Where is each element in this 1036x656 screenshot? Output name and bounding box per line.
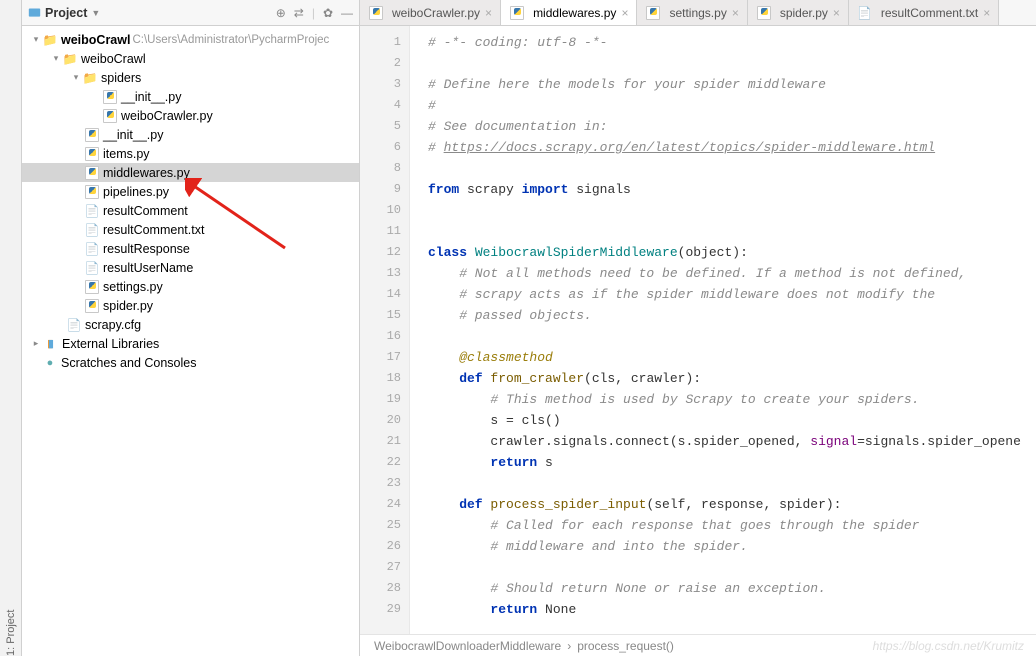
- tool-window-tab[interactable]: 1: Project: [0, 0, 22, 656]
- breadcrumb-method[interactable]: process_request(): [577, 639, 674, 653]
- project-tree[interactable]: ▾weiboCrawlC:\Users\Administrator\Pychar…: [22, 26, 359, 376]
- close-icon[interactable]: ×: [983, 6, 990, 20]
- tree-file-middlewares[interactable]: middlewares.py: [22, 163, 359, 182]
- tree-file-resultcommenttxt[interactable]: resultComment.txt: [22, 220, 359, 239]
- project-title[interactable]: Project: [45, 6, 87, 20]
- watermark: https://blog.csdn.net/Krumitz: [873, 639, 1024, 653]
- tree-external-libs[interactable]: ▸External Libraries: [22, 334, 359, 353]
- tab-resultcomment[interactable]: resultComment.txt×: [849, 0, 999, 25]
- hide-icon[interactable]: —: [341, 6, 353, 20]
- project-icon: [28, 6, 41, 19]
- locate-icon[interactable]: ⊕: [276, 6, 286, 20]
- close-icon[interactable]: ×: [833, 6, 840, 20]
- code-editor[interactable]: 1234568910111213141516171819202122232425…: [360, 26, 1036, 634]
- tree-folder-weibocrawl[interactable]: ▾weiboCrawl: [22, 49, 359, 68]
- tree-file-spider[interactable]: spider.py: [22, 296, 359, 315]
- tab-settings[interactable]: settings.py×: [637, 0, 747, 25]
- project-panel: Project ▼ ⊕ ⇄ | ✿ — ▾weiboCrawlC:\Users\…: [22, 0, 360, 656]
- chevron-icon: ›: [567, 639, 571, 653]
- tree-file-weibocrawler[interactable]: weiboCrawler.py: [22, 106, 359, 125]
- tree-folder-spiders[interactable]: ▾spiders: [22, 68, 359, 87]
- dropdown-arrow-icon: ▼: [91, 8, 100, 18]
- editor-panel: weiboCrawler.py× middlewares.py× setting…: [360, 0, 1036, 656]
- tab-spider[interactable]: spider.py×: [748, 0, 849, 25]
- tree-file-items[interactable]: items.py: [22, 144, 359, 163]
- collapse-icon[interactable]: ⇄: [294, 6, 304, 20]
- tree-file-scrapycfg[interactable]: scrapy.cfg: [22, 315, 359, 334]
- tree-file-pipelines[interactable]: pipelines.py: [22, 182, 359, 201]
- gutter: 1234568910111213141516171819202122232425…: [360, 26, 410, 634]
- tree-scratches[interactable]: Scratches and Consoles: [22, 353, 359, 372]
- tree-root[interactable]: ▾weiboCrawlC:\Users\Administrator\Pychar…: [22, 30, 359, 49]
- gear-icon[interactable]: ✿: [323, 6, 333, 20]
- breadcrumb-class[interactable]: WeibocrawlDownloaderMiddleware: [374, 639, 561, 653]
- tree-file-init[interactable]: __init__.py: [22, 87, 359, 106]
- editor-tabs: weiboCrawler.py× middlewares.py× setting…: [360, 0, 1036, 26]
- tree-file-resultresponse[interactable]: resultResponse: [22, 239, 359, 258]
- tree-file-resultusername[interactable]: resultUserName: [22, 258, 359, 277]
- tree-file-resultcomment[interactable]: resultComment: [22, 201, 359, 220]
- project-toolbar: Project ▼ ⊕ ⇄ | ✿ —: [22, 0, 359, 26]
- tool-tab-label: 1: Project: [5, 20, 17, 656]
- tree-file-init2[interactable]: __init__.py: [22, 125, 359, 144]
- close-icon[interactable]: ×: [485, 6, 492, 20]
- code-area[interactable]: # -*- coding: utf-8 -*- # Define here th…: [410, 26, 1036, 634]
- close-icon[interactable]: ×: [732, 6, 739, 20]
- tab-weibocrawler[interactable]: weiboCrawler.py×: [360, 0, 501, 25]
- tree-file-settings[interactable]: settings.py: [22, 277, 359, 296]
- close-icon[interactable]: ×: [621, 6, 628, 20]
- tab-middlewares[interactable]: middlewares.py×: [501, 0, 637, 26]
